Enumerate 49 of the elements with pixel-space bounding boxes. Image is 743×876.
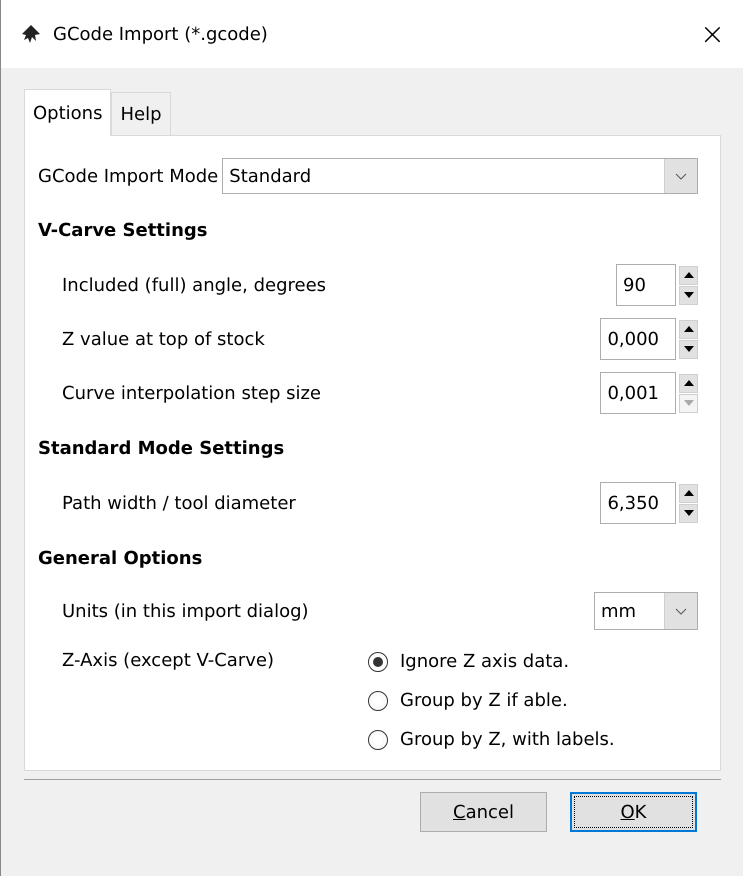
number-field[interactable]: 6,350 bbox=[600, 482, 676, 524]
radio-button[interactable] bbox=[368, 690, 388, 710]
radio-option[interactable]: Group by Z, with labels. bbox=[368, 720, 698, 759]
number-field[interactable]: 90 bbox=[616, 264, 676, 306]
tab[interactable]: Help bbox=[111, 92, 170, 135]
tab[interactable]: Options bbox=[24, 89, 112, 136]
spin-up-button[interactable] bbox=[679, 484, 698, 502]
radio-button[interactable] bbox=[368, 730, 388, 750]
up-arrow-icon bbox=[684, 380, 694, 386]
field-label: Path width / tool diameter bbox=[61, 492, 297, 514]
number-field[interactable]: 0,001 bbox=[600, 372, 676, 414]
chevron-down-icon bbox=[675, 172, 687, 180]
down-arrow-icon bbox=[684, 510, 694, 516]
close-icon[interactable]: × bbox=[700, 16, 725, 52]
field-label: Z value at top of stock bbox=[61, 328, 266, 350]
app-logo-icon bbox=[21, 24, 41, 44]
spin-up-button[interactable] bbox=[679, 266, 698, 284]
spin-down-button[interactable] bbox=[679, 504, 698, 522]
down-arrow-icon bbox=[684, 346, 694, 352]
radio-label: Ignore Z axis data. bbox=[400, 651, 570, 672]
field-label: Z-Axis (except V-Carve) bbox=[61, 649, 275, 671]
up-arrow-icon bbox=[684, 490, 694, 496]
radio-option[interactable]: Group by Z if able. bbox=[368, 681, 698, 720]
radio-button[interactable] bbox=[368, 652, 388, 672]
units-dropdown[interactable]: mm bbox=[594, 592, 698, 630]
section-heading: V-Carve Settings bbox=[38, 218, 208, 242]
up-arrow-icon bbox=[684, 326, 694, 332]
down-arrow-icon bbox=[684, 400, 694, 406]
dialog-button[interactable]: Cancel bbox=[420, 792, 547, 832]
window-title: GCode Import (*.gcode) bbox=[53, 24, 269, 44]
section-heading: Standard Mode Settings bbox=[38, 436, 286, 460]
spin-down-button[interactable] bbox=[679, 286, 698, 304]
spin-down-button[interactable] bbox=[679, 340, 698, 358]
chevron-down-icon bbox=[675, 608, 687, 614]
mode-label: GCode Import Mode bbox=[38, 166, 218, 186]
field-label: Curve interpolation step size bbox=[61, 382, 322, 404]
radio-label: Group by Z, with labels. bbox=[400, 729, 615, 750]
mode-dropdown[interactable]: Standard bbox=[222, 158, 698, 194]
up-arrow-icon bbox=[684, 272, 694, 278]
radio-option[interactable]: Ignore Z axis data. bbox=[368, 642, 698, 681]
number-field[interactable]: 0,000 bbox=[600, 318, 676, 360]
down-arrow-icon bbox=[684, 292, 694, 298]
field-label: Units (in this import dialog) bbox=[61, 600, 310, 622]
spin-up-button[interactable] bbox=[679, 320, 698, 338]
dialog-button[interactable]: OK bbox=[570, 792, 697, 832]
field-label: Included (full) angle, degrees bbox=[61, 274, 328, 296]
spin-up-button[interactable] bbox=[679, 374, 698, 392]
radio-label: Group by Z if able. bbox=[400, 690, 568, 711]
section-heading: General Options bbox=[38, 546, 204, 570]
